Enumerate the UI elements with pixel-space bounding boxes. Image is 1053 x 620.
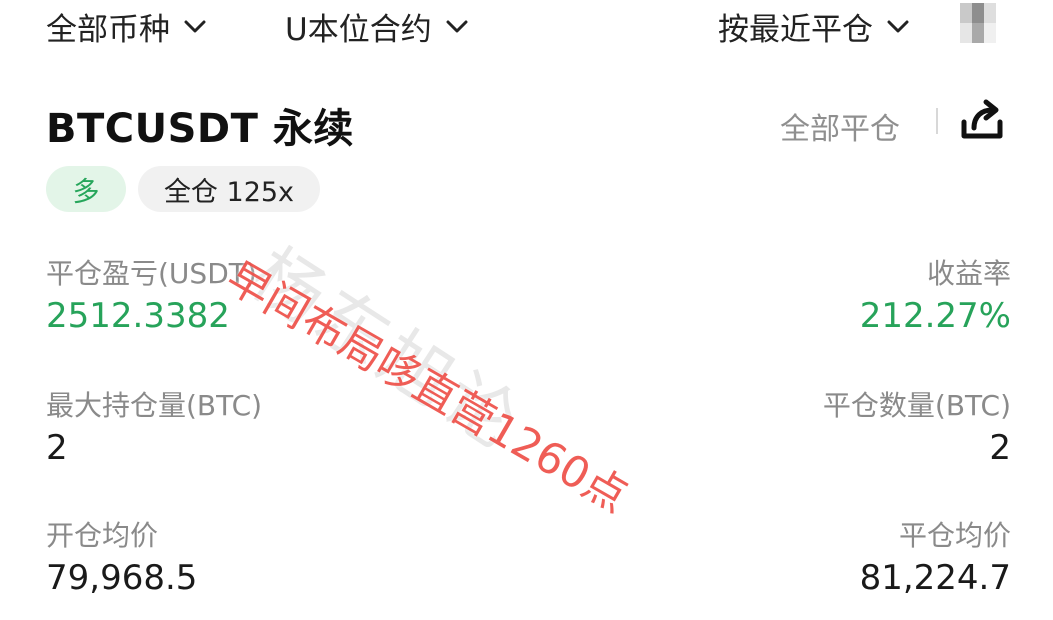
max-position-value: 2 [46, 428, 68, 468]
contract-filter-dropdown[interactable]: U本位合约 [285, 4, 468, 49]
closed-quantity-label: 平仓数量(BTC) [822, 389, 1011, 422]
filter-bar: 全部币种 U本位合约 按最近平仓 [0, 0, 1053, 52]
divider [936, 108, 938, 134]
coin-filter-dropdown[interactable]: 全部币种 [46, 4, 206, 49]
pnl-value: 2512.3382 [46, 296, 230, 336]
chevron-down-icon [446, 20, 468, 32]
close-all-button[interactable]: 全部平仓 [780, 104, 900, 148]
position-symbol: BTCUSDT 永续 [46, 106, 354, 152]
margin-mode-badge: 全仓 125x [138, 166, 320, 212]
chevron-down-icon [887, 20, 909, 32]
filter-icon[interactable] [960, 3, 1006, 43]
open-average-price-label: 开仓均价 [46, 519, 159, 552]
close-average-price-label: 平仓均价 [898, 519, 1011, 552]
watermark: 杨东旭论 [237, 232, 537, 467]
side-badge: 多 [46, 166, 126, 212]
contract-filter-label: U本位合约 [285, 12, 432, 48]
roi-value: 212.27% [859, 296, 1011, 336]
chevron-down-icon [184, 20, 206, 32]
promo-stamp: 早间布局哆直营1260点 [218, 252, 636, 523]
sort-dropdown[interactable]: 按最近平仓 [718, 4, 909, 49]
share-icon[interactable] [958, 98, 1006, 142]
open-average-price-value: 79,968.5 [46, 558, 198, 598]
pnl-label: 平仓盈亏(USDT) [46, 257, 257, 290]
max-position-label: 最大持仓量(BTC) [46, 389, 263, 422]
close-average-price-value: 81,224.7 [859, 558, 1011, 598]
closed-quantity-value: 2 [989, 428, 1011, 468]
roi-label: 收益率 [926, 257, 1011, 290]
coin-filter-label: 全部币种 [46, 12, 170, 48]
sort-label: 按最近平仓 [718, 12, 873, 48]
